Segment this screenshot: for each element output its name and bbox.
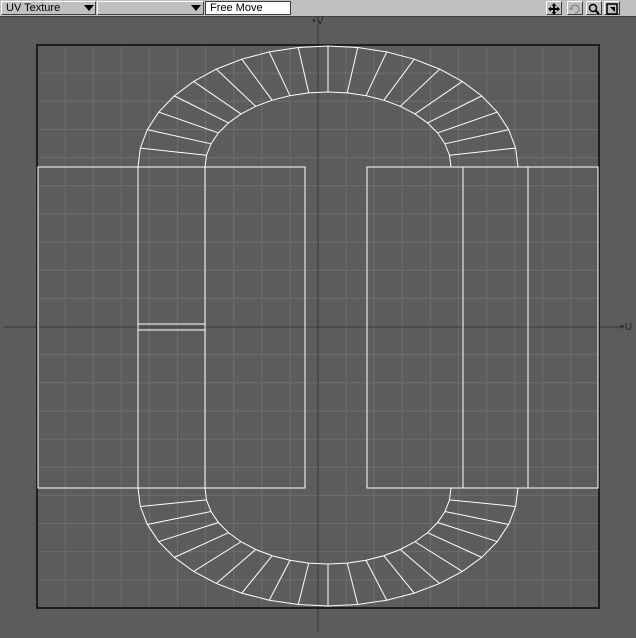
top-arch-rung bbox=[241, 58, 273, 101]
view-mode-label: UV Texture bbox=[6, 2, 61, 14]
viewport-toolbar: UV Texture Free Move bbox=[0, 0, 636, 17]
uv-map-dropdown[interactable] bbox=[97, 1, 204, 15]
top-arch-rung bbox=[444, 129, 509, 145]
top-arch-rung bbox=[383, 58, 415, 101]
top-arch-rung bbox=[365, 51, 388, 96]
zoom-icon bbox=[588, 3, 600, 15]
u-axis-label: +U bbox=[619, 322, 633, 333]
uv-canvas[interactable] bbox=[0, 17, 636, 638]
bottom-arch-inner-edge bbox=[204, 487, 452, 565]
rotate-icon bbox=[569, 4, 580, 14]
bottom-arch-rung bbox=[147, 510, 212, 525]
bottom-arch-rung bbox=[437, 522, 498, 543]
bottom-arch-rung bbox=[444, 510, 509, 525]
bottom-arch-rung bbox=[427, 532, 482, 558]
chevron-down-icon bbox=[191, 5, 201, 11]
top-arch-rung bbox=[268, 51, 291, 96]
view-mode-dropdown[interactable]: UV Texture bbox=[1, 1, 96, 15]
bottom-arch-rung bbox=[449, 499, 516, 507]
bottom-arch-rung bbox=[383, 555, 415, 594]
rotate-view-button[interactable] bbox=[567, 1, 583, 15]
maximize-view-button[interactable] bbox=[604, 1, 620, 15]
top-arch-rung bbox=[449, 147, 516, 156]
maximize-icon bbox=[606, 3, 618, 15]
bottom-arch-rung bbox=[140, 499, 207, 507]
zoom-view-button[interactable] bbox=[586, 1, 602, 15]
top-arch-rung bbox=[140, 147, 207, 156]
bottom-arch-rung bbox=[399, 549, 441, 584]
move-view-button[interactable] bbox=[546, 1, 562, 15]
v-axis-label: +V bbox=[311, 16, 324, 27]
top-arch-rung bbox=[346, 47, 359, 94]
bottom-arch-rung bbox=[174, 532, 229, 558]
bottom-arch-rung bbox=[297, 562, 310, 605]
bottom-arch-rung bbox=[414, 541, 463, 572]
bottom-arch-rung bbox=[158, 522, 219, 543]
bottom-arch-rung bbox=[215, 549, 257, 584]
move-icon bbox=[548, 3, 560, 15]
top-arch-rung bbox=[147, 129, 212, 145]
chevron-down-icon bbox=[84, 5, 94, 11]
bottom-arch-rung bbox=[346, 562, 359, 605]
bottom-arch-rung bbox=[241, 555, 273, 594]
tool-mode-field[interactable]: Free Move bbox=[205, 1, 291, 15]
uv-texture-viewport[interactable]: UV Texture Free Move +V +U bbox=[0, 0, 636, 638]
top-arch-rung bbox=[297, 47, 310, 94]
